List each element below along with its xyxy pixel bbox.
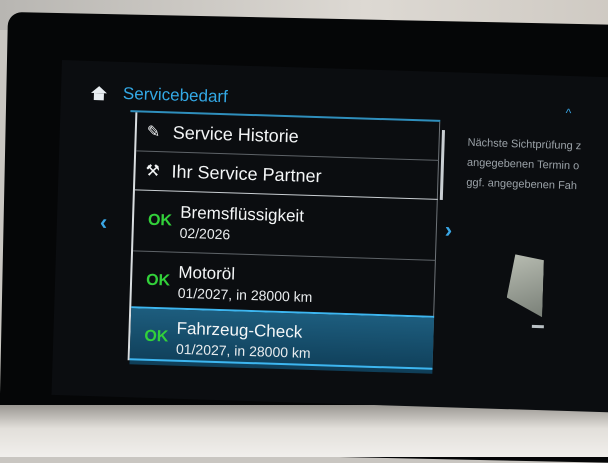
dashboard-trim <box>0 405 608 457</box>
menu-item-label: Ihr Service Partner <box>171 161 322 186</box>
service-due: 02/2026 <box>179 224 231 243</box>
chevron-left-icon[interactable]: ‹ <box>100 209 108 235</box>
service-name: Bremsflüssigkeit <box>179 202 305 226</box>
status-badge: OK <box>147 211 173 230</box>
status-badge: OK <box>145 271 171 290</box>
chevron-right-icon[interactable]: › <box>444 217 452 243</box>
menu-item-label: Service Historie <box>172 122 300 146</box>
wrench-icon: ⚒ <box>145 162 161 181</box>
chevron-up-icon[interactable]: ^ <box>565 106 571 120</box>
list-item-bremsfluessigkeit[interactable]: OK Bremsflüssigkeit 02/2026 <box>133 192 438 257</box>
service-due: 01/2027, in 28000 km <box>177 284 313 305</box>
info-line: ggf. angegebenen Fah <box>466 176 578 193</box>
service-name: Motoröl <box>178 262 236 284</box>
info-panel: Nächste Sichtprüfung z angegebenen Termi… <box>466 133 608 199</box>
home-icon[interactable] <box>91 86 107 100</box>
service-book-icon: ✎ <box>146 123 161 142</box>
service-name: Fahrzeug-Check <box>176 318 303 342</box>
infotainment-screen: Servicebedarf ‹ › ^ ✎ Service Historie ⚒… <box>51 60 608 413</box>
service-list: ✎ Service Historie ⚒ Ihr Service Partner… <box>127 112 441 374</box>
scrollbar[interactable] <box>439 129 445 201</box>
vehicle-graphic <box>506 254 544 317</box>
service-due: 01/2027, in 28000 km <box>175 340 311 361</box>
indicator-mark <box>531 324 544 329</box>
status-badge: OK <box>144 327 169 346</box>
header: Servicebedarf <box>91 83 228 107</box>
page-title: Servicebedarf <box>122 83 229 107</box>
